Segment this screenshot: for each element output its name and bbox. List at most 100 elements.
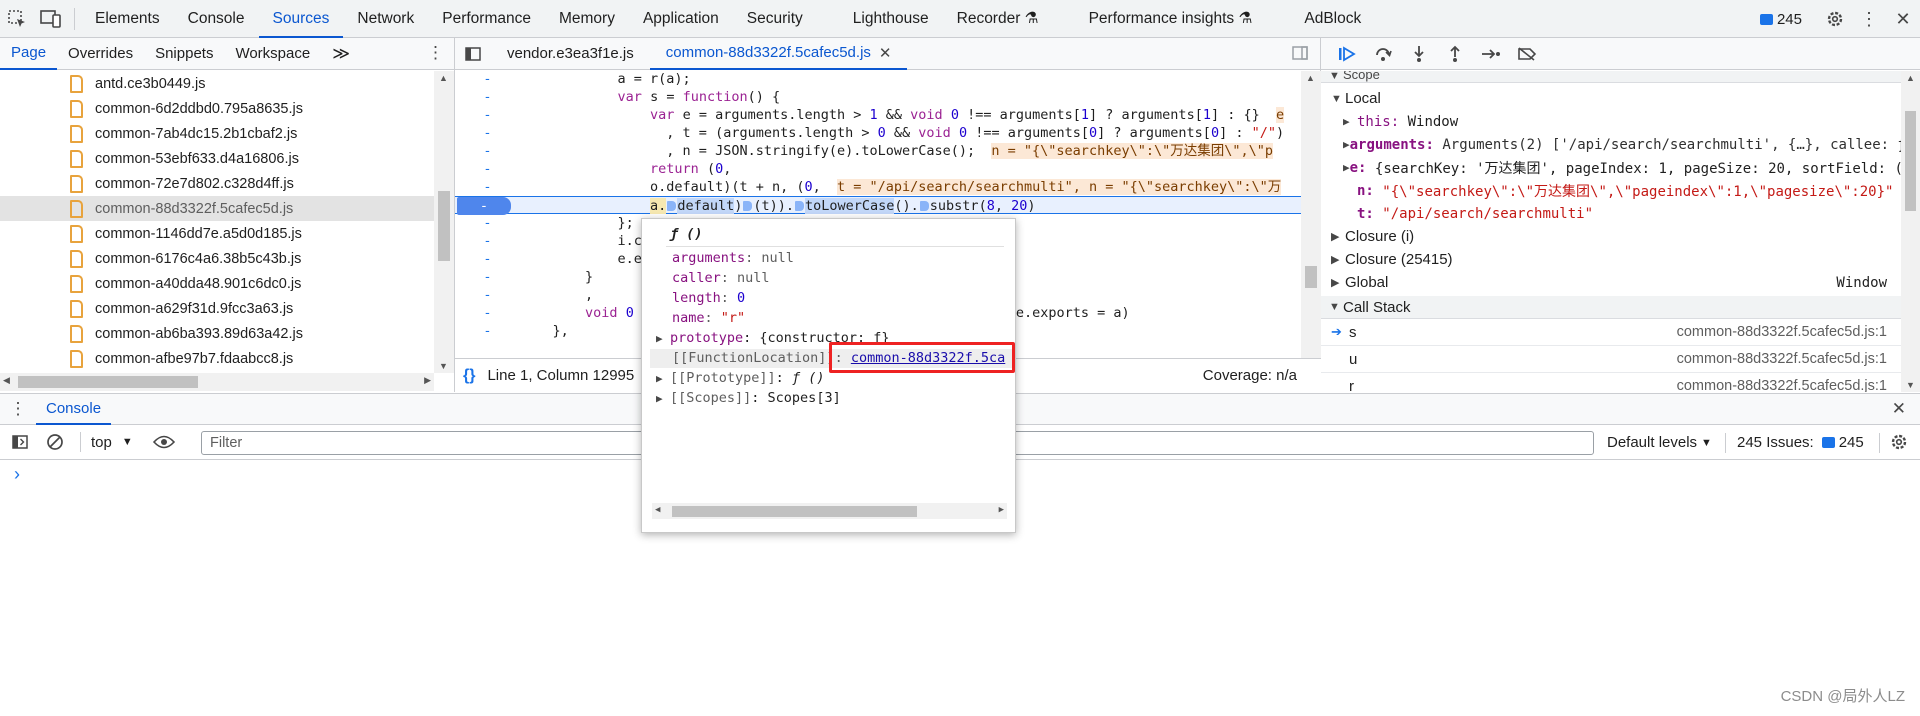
- js-file-icon: [70, 299, 83, 318]
- tab-security[interactable]: Security: [733, 0, 817, 38]
- tab-performance[interactable]: Performance: [428, 0, 545, 38]
- close-tab-icon[interactable]: ✕: [879, 44, 892, 62]
- current-execution-line[interactable]: - a. default) (t)). toLowerCase(). substr(8,…: [455, 196, 1301, 215]
- file-item[interactable]: common-6176c4a6.38b5c43b.js: [0, 246, 434, 271]
- clear-console-icon[interactable]: [40, 433, 70, 451]
- js-file-icon: [70, 349, 83, 368]
- resume-icon[interactable]: [1329, 38, 1365, 70]
- scope-section-header[interactable]: ▼ Scope: [1321, 71, 1901, 83]
- file-item[interactable]: common-53ebf633.d4a16806.js: [0, 146, 434, 171]
- tab-console[interactable]: Console: [174, 0, 259, 38]
- closure-25415[interactable]: ▶ Closure (25415): [1321, 248, 1901, 271]
- close-devtools-icon[interactable]: ✕: [1886, 0, 1920, 38]
- tab-recorder[interactable]: Recorder ⚗: [943, 0, 1053, 38]
- tab-adblock[interactable]: AdBlock: [1290, 0, 1375, 38]
- prop-scopes[interactable]: ▶ [[Scopes]]: Scopes[3]: [656, 389, 841, 408]
- tab-memory[interactable]: Memory: [545, 0, 629, 38]
- prop-arguments[interactable]: arguments: null: [672, 249, 794, 268]
- file-item[interactable]: common-6d2ddbd0.795a8635.js: [0, 96, 434, 121]
- object-preview-popover: ƒ () arguments: null caller: null length…: [641, 218, 1016, 533]
- scope-arguments[interactable]: ▶ arguments: Arguments(2) ['/api/search/s…: [1321, 133, 1901, 156]
- js-file-icon: [70, 224, 83, 243]
- step-into-icon[interactable]: [1401, 38, 1437, 70]
- popover-hscrollbar[interactable]: ◀ ▶: [652, 503, 1007, 519]
- editor-scrollbar[interactable]: ▲ ▼: [1301, 71, 1321, 373]
- js-file-icon: [70, 249, 83, 268]
- call-frame[interactable]: ➔ s common-88d3322f.5cafec5d.js:1: [1321, 319, 1901, 346]
- more-tabs-chevron-icon[interactable]: ≫: [321, 38, 361, 70]
- context-selector[interactable]: top ▼: [91, 434, 133, 451]
- navigator-scrollbar[interactable]: ▲ ▼: [434, 71, 454, 373]
- issues-badge[interactable]: 245: [1759, 10, 1802, 28]
- file-item[interactable]: common-7ab4dc15.2b1cbaf2.js: [0, 121, 434, 146]
- device-toolbar-icon[interactable]: [34, 0, 68, 38]
- call-frame[interactable]: r common-88d3322f.5cafec5d.js:1: [1321, 373, 1901, 393]
- inspect-element-icon[interactable]: [0, 0, 34, 38]
- file-tree: antd.ce3b0449.js common-6d2ddbd0.795a8635…: [0, 71, 434, 373]
- tab-elements[interactable]: Elements: [81, 0, 174, 38]
- scope-this[interactable]: ▶ this: Window: [1321, 110, 1901, 133]
- log-levels-dropdown[interactable]: Default levels ▼: [1607, 434, 1712, 451]
- console-issues-button[interactable]: 245 Issues: 245: [1737, 434, 1864, 451]
- settings-gear-icon[interactable]: [1818, 0, 1852, 38]
- local-scope-header[interactable]: ▼ Local: [1321, 87, 1901, 110]
- navigator-menu-icon[interactable]: ⋮: [427, 43, 444, 63]
- scope-t[interactable]: t: "/api/search/searchmulti": [1321, 202, 1901, 225]
- prop-caller[interactable]: caller: null: [672, 269, 770, 288]
- pretty-print-icon[interactable]: {}: [463, 367, 475, 385]
- js-file-icon: [70, 74, 83, 93]
- step-over-icon[interactable]: [1365, 38, 1401, 70]
- scope-e[interactable]: ▶ e: {searchKey: '万达集团', pageIndex: 1, pa…: [1321, 156, 1901, 179]
- step-icon[interactable]: [1473, 38, 1509, 70]
- file-item[interactable]: antd.ce3b0449.js: [0, 71, 434, 96]
- issues-count: 245: [1776, 10, 1802, 28]
- scope-n[interactable]: n: "{\"searchkey\":\"万达集团\",\"pageindex\…: [1321, 179, 1901, 202]
- call-stack-header[interactable]: ▼ Call Stack: [1321, 296, 1901, 319]
- console-prompt[interactable]: ›: [14, 464, 20, 485]
- drawer-tab-console[interactable]: Console: [36, 393, 112, 425]
- prop-length[interactable]: length: 0: [672, 289, 745, 308]
- tab-lighthouse[interactable]: Lighthouse: [839, 0, 943, 38]
- file-item[interactable]: common-ab6ba393.89d63a42.js: [0, 321, 434, 346]
- file-item[interactable]: common-72e7d802.c328d4ff.js: [0, 171, 434, 196]
- dropdown-arrow-icon: ▼: [121, 436, 133, 448]
- file-item[interactable]: common-a629f31d.9fcc3a63.js: [0, 296, 434, 321]
- prop-name[interactable]: name: "r": [672, 309, 745, 328]
- closure-i[interactable]: ▶ Closure (i): [1321, 225, 1901, 248]
- step-out-icon[interactable]: [1437, 38, 1473, 70]
- file-item[interactable]: common-88d3322f.5cafec5d.js: [0, 196, 434, 221]
- console-sidebar-icon[interactable]: [0, 435, 40, 449]
- prop-internal-prototype[interactable]: ▶ [[Prototype]]: ƒ (): [656, 369, 824, 388]
- nav-tab-snippets[interactable]: Snippets: [144, 38, 224, 70]
- js-file-icon: [70, 274, 83, 293]
- editor-tab-vendor[interactable]: vendor.e3ea3f1e.js: [491, 38, 650, 70]
- nav-tab-workspace[interactable]: Workspace: [224, 38, 321, 70]
- tab-network[interactable]: Network: [343, 0, 428, 38]
- more-options-icon[interactable]: ⋮: [1852, 0, 1886, 38]
- issues-icon: [1821, 437, 1835, 448]
- tab-performance-insights[interactable]: Performance insights ⚗: [1075, 0, 1267, 38]
- file-item[interactable]: common-a40dda48.901c6dc0.js: [0, 271, 434, 296]
- global-scope[interactable]: ▶ Global Window: [1321, 271, 1901, 294]
- live-expression-eye-icon[interactable]: [149, 435, 179, 449]
- drawer-menu-icon[interactable]: ⋮: [0, 399, 36, 419]
- file-item[interactable]: common-1146dd7e.a5d0d185.js: [0, 221, 434, 246]
- nav-tab-page[interactable]: Page: [0, 38, 58, 70]
- close-drawer-icon[interactable]: ✕: [1892, 399, 1906, 419]
- deactivate-breakpoints-icon[interactable]: [1509, 38, 1545, 70]
- toggle-debugger-icon[interactable]: [1292, 46, 1308, 64]
- toggle-navigator-icon[interactable]: [455, 38, 491, 70]
- navigator-hscrollbar[interactable]: ◀ ▶: [0, 373, 434, 391]
- tab-sources[interactable]: Sources: [258, 0, 344, 38]
- editor-tab-common[interactable]: common-88d3322f.5cafec5d.js ✕: [649, 38, 908, 70]
- file-item[interactable]: common-afbe97b7.fdaabcc8.js: [0, 346, 434, 371]
- tab-application[interactable]: Application: [629, 0, 733, 38]
- nav-tab-overrides[interactable]: Overrides: [57, 38, 144, 70]
- debugger-scrollbar[interactable]: ▲ ▼: [1901, 71, 1920, 392]
- js-file-icon: [70, 199, 83, 218]
- js-file-icon: [70, 124, 83, 143]
- js-file-icon: [70, 324, 83, 343]
- console-settings-gear-icon[interactable]: [1890, 433, 1908, 455]
- cursor-position: Line 1, Column 12995: [487, 367, 635, 384]
- call-frame[interactable]: u common-88d3322f.5cafec5d.js:1: [1321, 346, 1901, 373]
